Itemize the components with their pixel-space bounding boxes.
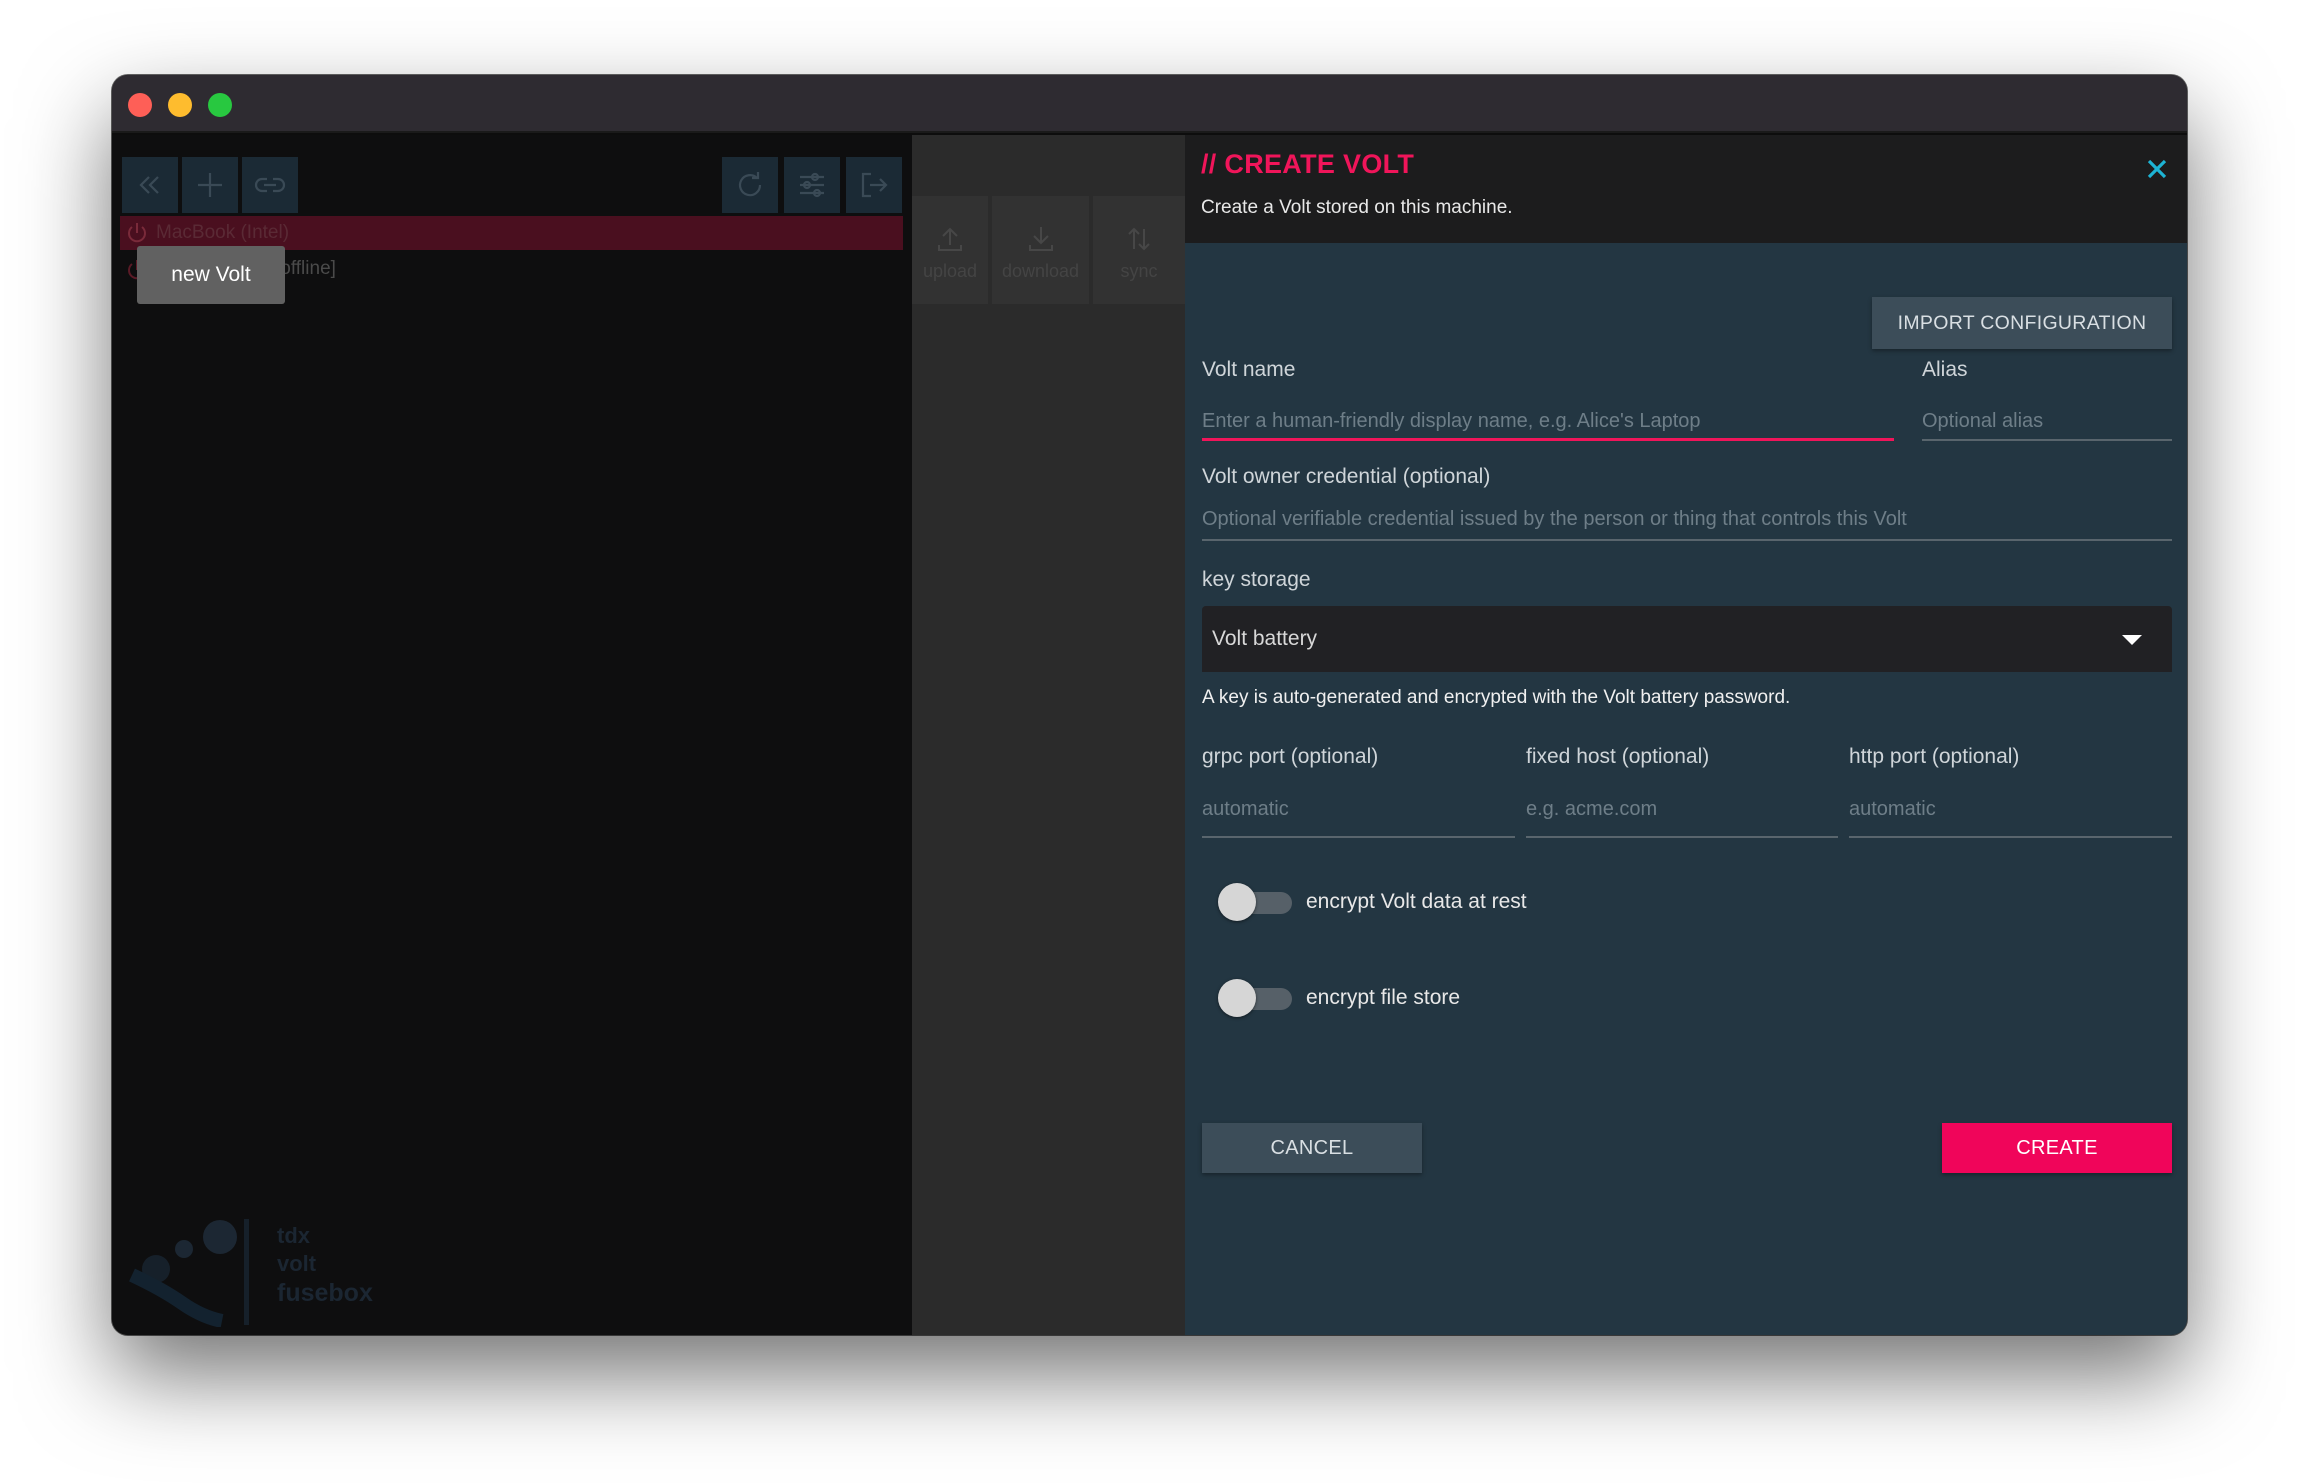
sync-label: sync (1120, 261, 1158, 281)
toggle-knob (1218, 883, 1256, 921)
collapse-button[interactable] (122, 157, 178, 213)
encrypt-files-toggle[interactable] (1218, 978, 1294, 1018)
sync-button[interactable]: sync (1093, 196, 1185, 304)
download-icon (1028, 227, 1053, 251)
logo-text-line1: tdx (277, 1223, 310, 1248)
app-window: MacBook (Intel) [offline] new Volt tdx v… (112, 75, 2187, 1335)
upload-button[interactable]: upload (912, 196, 988, 304)
encrypt-files-label: encrypt file store (1306, 986, 1461, 1009)
add-icon (198, 173, 222, 197)
maximize-window-button[interactable] (208, 93, 232, 117)
owner-credential-label: Volt owner credential (optional) (1202, 465, 1491, 488)
volt-name-label: Volt name (1202, 358, 1296, 381)
close-window-button[interactable] (128, 93, 152, 117)
encrypt-data-label: encrypt Volt data at rest (1306, 890, 1527, 913)
settings-button[interactable] (784, 157, 840, 213)
http-port-input[interactable]: automatic (1849, 798, 1936, 821)
close-icon (2147, 159, 2167, 179)
volt-name-underline (1202, 438, 1894, 441)
download-label: download (1001, 261, 1080, 281)
refresh-icon (738, 172, 762, 197)
minimize-window-button[interactable] (168, 93, 192, 117)
toggle-knob (1218, 979, 1256, 1017)
logo-text-line2: volt (277, 1251, 317, 1276)
volt-list-item-label: MacBook (Intel) (156, 222, 290, 243)
refresh-button[interactable] (722, 157, 778, 213)
dialog-header: // CREATE VOLT Create a Volt stored on t… (1185, 135, 2187, 243)
key-storage-label: key storage (1202, 568, 1311, 591)
title-bar (112, 75, 2187, 133)
logo-icon (129, 1219, 249, 1327)
upload-icon (938, 227, 962, 251)
owner-credential-input[interactable]: Optional verifiable credential issued by… (1202, 508, 1907, 531)
http-port-label: http port (optional) (1849, 745, 2020, 768)
fixed-host-input[interactable]: e.g. acme.com (1526, 798, 1657, 821)
grpc-port-underline (1202, 836, 1515, 838)
dropdown-arrow-icon (2122, 635, 2142, 645)
key-storage-select[interactable]: Volt battery (1202, 606, 2172, 672)
new-volt-tooltip: new Volt (137, 246, 285, 304)
fixed-host-label: fixed host (optional) (1526, 745, 1710, 768)
key-storage-value: Volt battery (1212, 627, 1318, 650)
create-button[interactable]: CREATE (1942, 1123, 2172, 1173)
app-logo: tdx volt fusebox (122, 1217, 382, 1327)
settings-icon (800, 172, 824, 198)
alias-underline (1922, 439, 2172, 441)
upload-label: upload (922, 261, 978, 281)
logout-button[interactable] (846, 157, 902, 213)
dialog-subtitle: Create a Volt stored on this machine. (1201, 197, 1513, 218)
encrypt-data-toggle[interactable] (1218, 882, 1294, 922)
fixed-host-underline (1526, 836, 1838, 838)
grpc-port-label: grpc port (optional) (1202, 745, 1379, 768)
logo-text-line3: fusebox (277, 1279, 373, 1307)
volt-list-panel (112, 135, 912, 1335)
owner-credential-underline (1202, 539, 2172, 541)
link-icon (254, 177, 286, 193)
alias-label: Alias (1922, 358, 1968, 381)
power-icon (128, 223, 146, 243)
dialog-title: // CREATE VOLT (1201, 149, 1415, 179)
sync-icon (1128, 227, 1150, 251)
close-dialog-button[interactable] (2141, 153, 2173, 185)
cancel-button[interactable]: CANCEL (1202, 1123, 1422, 1173)
collapse-icon (139, 176, 159, 194)
create-volt-dialog: // CREATE VOLT Create a Volt stored on t… (1185, 135, 2187, 1335)
download-button[interactable]: download (992, 196, 1089, 304)
http-port-underline (1849, 836, 2172, 838)
volt-name-input[interactable]: Enter a human-friendly display name, e.g… (1202, 410, 1701, 433)
alias-input[interactable]: Optional alias (1922, 410, 2043, 433)
key-storage-helper: A key is auto-generated and encrypted wi… (1202, 687, 1791, 708)
link-volt-button[interactable] (242, 157, 298, 213)
logout-icon (861, 172, 888, 198)
grpc-port-input[interactable]: automatic (1202, 798, 1289, 821)
import-configuration-button[interactable]: IMPORT CONFIGURATION (1872, 297, 2172, 349)
add-volt-button[interactable] (182, 157, 238, 213)
action-column (912, 135, 1185, 1335)
